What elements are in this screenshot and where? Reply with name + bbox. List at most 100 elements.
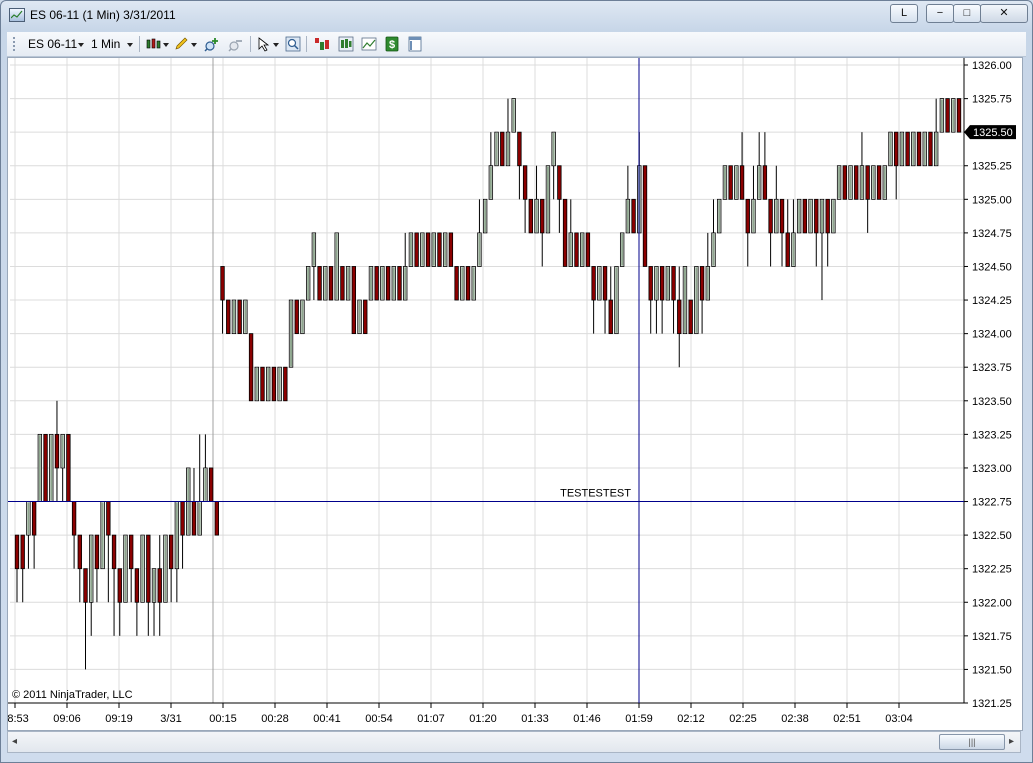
candle-up-fill — [706, 267, 709, 300]
candle-up-fill — [666, 267, 669, 300]
y-tick-label: 1322.75 — [972, 497, 1012, 509]
candle-down — [562, 198, 568, 267]
candle-up-fill — [244, 300, 247, 333]
chart-toolbar: ES 06-11 1 Min $ — [7, 32, 1026, 57]
x-tick-label: 3/31 — [160, 713, 181, 725]
candle-down — [31, 501, 37, 536]
minimize-button[interactable]: − — [926, 4, 954, 23]
bar-type-dropdown-icon[interactable] — [163, 43, 169, 47]
candle-up-fill — [569, 233, 572, 266]
chart-canvas[interactable]: 1326.00 1325.75 1325.50 1325.25 1325.00 1324.… — [8, 58, 1022, 730]
candle-up-fill — [655, 267, 658, 300]
candle-up-fill — [552, 132, 555, 165]
scroll-right-icon[interactable]: ▸ — [1009, 736, 1014, 747]
candle-up-fill — [50, 435, 53, 501]
candle-up-fill — [512, 99, 515, 132]
candle-down — [129, 534, 134, 570]
scroll-thumb[interactable]: ||| — [939, 734, 1005, 750]
candle-down — [779, 198, 785, 234]
candle-up-fill — [838, 166, 841, 199]
window-title: ES 06-11 (1 Min) 3/31/2011 — [30, 8, 176, 22]
candle-up-fill — [90, 535, 93, 602]
candle-up-fill — [444, 233, 447, 266]
candle-up-fill — [809, 200, 812, 233]
candle-down — [454, 266, 459, 301]
candle-up-fill — [507, 132, 509, 165]
candle-down — [14, 534, 20, 570]
dollar-icon[interactable]: $ — [384, 36, 400, 52]
horizontal-scrollbar[interactable]: ◂ ||| ▸ — [7, 731, 1021, 753]
candle-up-fill — [175, 502, 178, 568]
candle-up-fill — [421, 233, 424, 266]
candle-down — [739, 165, 745, 200]
candle-down — [191, 501, 197, 536]
candle-up-fill — [232, 300, 235, 333]
x-tick-label: 01:07 — [417, 713, 445, 725]
instrument-dropdown-icon[interactable] — [78, 43, 84, 47]
properties-icon[interactable] — [407, 36, 423, 52]
price-chart[interactable]: 1326.00 1325.75 1325.50 1325.25 1325.00 1324.… — [7, 57, 1023, 731]
magnifier-icon[interactable] — [285, 36, 301, 52]
x-tick-label: 02:25 — [729, 713, 757, 725]
pencil-draw-icon[interactable] — [173, 36, 189, 52]
candle-up-fill — [775, 200, 778, 233]
y-tick-label: 1322.00 — [972, 597, 1012, 609]
pointer-dropdown-icon[interactable] — [273, 43, 279, 47]
zoom-in-icon[interactable] — [204, 36, 220, 52]
toolbar-grip[interactable] — [13, 37, 18, 51]
candle-up-fill — [952, 99, 955, 132]
candle-down — [956, 98, 962, 133]
candle-down — [328, 266, 334, 301]
candle-down — [363, 299, 368, 335]
candle-up-fill — [615, 267, 618, 333]
instrument-selector[interactable]: ES 06-11 — [28, 37, 77, 51]
candle-down — [688, 299, 693, 335]
candle-down — [20, 534, 25, 570]
candle-up-fill — [404, 267, 407, 300]
candle-up-fill — [489, 166, 492, 199]
candle-up-fill — [164, 535, 167, 602]
candle-up-fill — [935, 132, 938, 165]
candle-up-fill — [900, 132, 903, 165]
draw-dropdown-icon[interactable] — [191, 43, 197, 47]
chart-style-icon[interactable] — [361, 36, 377, 52]
close-button[interactable]: ✕ — [980, 4, 1028, 23]
candle-up-fill — [307, 267, 310, 300]
candle-down — [642, 165, 648, 267]
maximize-button[interactable]: □ — [953, 4, 981, 23]
candle-up-fill — [432, 233, 435, 266]
zoom-out-icon[interactable] — [228, 36, 244, 52]
interval-selector[interactable]: 1 Min — [91, 37, 120, 51]
y-tick-label: 1324.00 — [972, 329, 1012, 341]
candle-down — [557, 165, 562, 200]
candle-up-fill — [712, 233, 715, 266]
y-tick-label: 1324.50 — [972, 261, 1012, 273]
candle-up-fill — [27, 502, 30, 535]
scroll-left-icon[interactable]: ◂ — [12, 736, 17, 747]
y-tick-label: 1324.25 — [972, 295, 1012, 307]
candle-down — [602, 266, 608, 301]
y-tick-label: 1323.00 — [972, 463, 1012, 475]
y-tick-label: 1324.75 — [972, 228, 1012, 240]
candle-down — [220, 266, 225, 301]
candle-down — [854, 165, 859, 200]
candle-down — [43, 433, 48, 502]
candle-up-fill — [255, 368, 258, 400]
y-tick-label: 1326.00 — [972, 60, 1012, 72]
strategies-icon[interactable] — [338, 36, 354, 52]
candle-down — [180, 501, 185, 536]
svg-text:$: $ — [389, 39, 395, 51]
x-tick-label: 01:46 — [573, 713, 601, 725]
layout-button[interactable]: L — [890, 4, 918, 23]
candle-up-fill — [484, 200, 487, 233]
candle-down — [448, 232, 454, 267]
indicators-icon[interactable] — [314, 36, 330, 52]
candle-up-fill — [324, 267, 327, 300]
pointer-icon[interactable] — [256, 36, 272, 52]
x-tick-label: 01:59 — [625, 713, 653, 725]
candle-down — [237, 299, 242, 335]
interval-dropdown-icon[interactable] — [127, 43, 133, 47]
title-bar[interactable]: ES 06-11 (1 Min) 3/31/2011 L − □ ✕ — [1, 1, 1032, 31]
bar-type-icon[interactable] — [145, 36, 161, 52]
candle-down — [117, 568, 122, 603]
